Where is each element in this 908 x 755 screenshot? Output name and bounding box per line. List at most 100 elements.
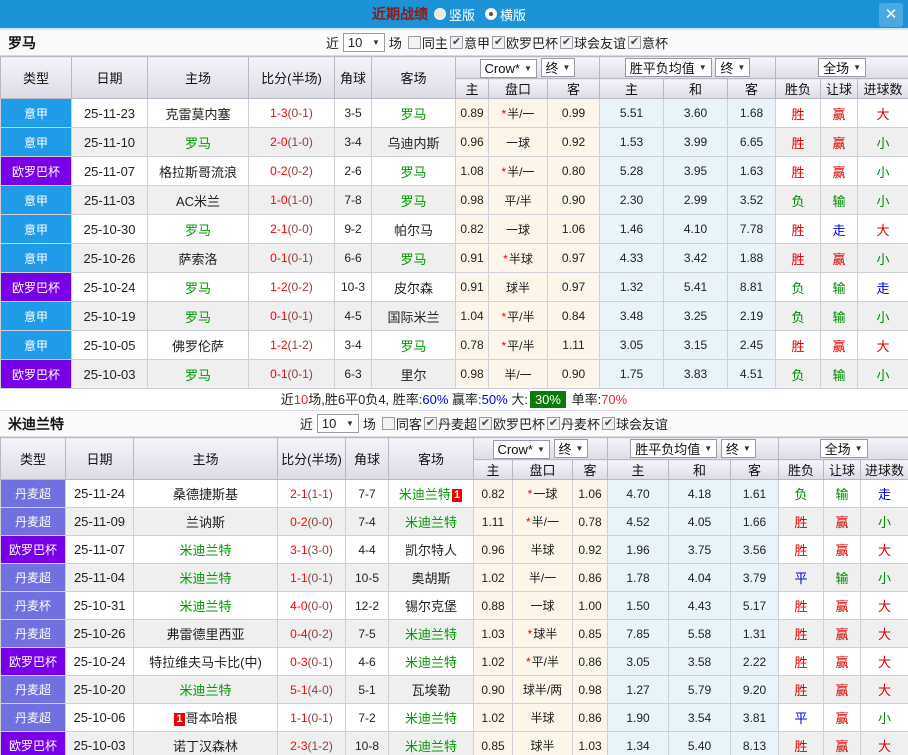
result-cell: 胜 xyxy=(776,99,821,128)
handicap-cell: *半/一 xyxy=(489,99,548,128)
bookmaker-select[interactable]: Crow*▼ xyxy=(480,59,537,78)
corners-cell: 12-2 xyxy=(346,592,389,620)
match-date: 25-10-06 xyxy=(66,704,134,732)
bookmaker-select[interactable]: Crow*▼ xyxy=(493,440,550,459)
avg-home-cell: 3.05 xyxy=(608,648,669,676)
handicap-cell: 一球 xyxy=(489,128,548,157)
away-team-cell: 锡尔克堡 xyxy=(389,592,474,620)
team-label: 米迪兰特 xyxy=(405,627,457,642)
avg-stage-select[interactable]: 终▼ xyxy=(721,439,756,458)
odds-group-header: Crow*▼ 终▼ xyxy=(456,57,600,79)
score-cell: 1-0(1-0) xyxy=(249,186,335,215)
goals-result-cell: 小 xyxy=(858,186,908,215)
odds-away-cell: 0.86 xyxy=(573,648,608,676)
home-team-cell: 罗马 xyxy=(148,360,249,389)
sub-handicap-result: 让球 xyxy=(821,79,858,99)
league-badge: 欧罗巴杯 xyxy=(1,536,66,564)
filter-label: 欧罗巴杯 xyxy=(506,33,558,52)
fulltime-select[interactable]: 全场▼ xyxy=(820,439,868,458)
handicap-result-cell: 输 xyxy=(821,186,858,215)
close-button[interactable]: ✕ xyxy=(879,3,903,27)
games-label: 场 xyxy=(389,33,402,52)
odds-away-cell: 0.80 xyxy=(548,157,600,186)
league-badge: 欧罗巴杯 xyxy=(1,273,72,302)
checkbox-icon[interactable] xyxy=(408,36,421,49)
handicap-result-cell: 赢 xyxy=(821,128,858,157)
sub-handicap: 盘口 xyxy=(513,460,573,480)
checkbox-icon[interactable]: ✔ xyxy=(424,417,437,430)
checkbox-icon[interactable]: ✔ xyxy=(492,36,505,49)
checkbox-icon[interactable]: ✔ xyxy=(602,417,615,430)
league-badge: 意甲 xyxy=(1,302,72,331)
checkbox-icon[interactable]: ✔ xyxy=(547,417,560,430)
away-team-cell: 里尔 xyxy=(372,360,456,389)
odds-away-cell: 1.00 xyxy=(573,592,608,620)
odds-home-cell: 0.91 xyxy=(456,244,489,273)
avg-select[interactable]: 胜平负均值▼ xyxy=(630,439,717,458)
chevron-down-icon: ▼ xyxy=(346,419,354,428)
goals-result-cell: 小 xyxy=(858,360,908,389)
radio-icon[interactable] xyxy=(485,8,497,20)
summary-part: 场,胜6平0负4, xyxy=(308,392,393,407)
goals-result-cell: 小 xyxy=(861,508,908,536)
odds-away-cell: 0.86 xyxy=(573,564,608,592)
odds-home-cell: 1.08 xyxy=(456,157,489,186)
team-label: 弗雷德里西亚 xyxy=(166,627,244,642)
radio-icon[interactable] xyxy=(434,8,446,20)
match-count-select[interactable]: 10▼ xyxy=(317,414,359,433)
avg-home-cell: 1.27 xyxy=(608,676,669,704)
away-team-cell: 米迪兰特1 xyxy=(389,480,474,508)
checkbox-icon[interactable]: ✔ xyxy=(479,417,492,430)
goals-result-cell: 小 xyxy=(858,128,908,157)
goals-result-cell: 小 xyxy=(858,157,908,186)
avg-draw-cell: 3.58 xyxy=(669,648,731,676)
team-label: 罗马 xyxy=(400,252,426,267)
handicap-star: * xyxy=(526,515,531,529)
handicap-result-cell: 赢 xyxy=(824,620,861,648)
match-count-select[interactable]: 10 ▼ xyxy=(343,33,385,52)
goals-result-cell: 大 xyxy=(858,331,908,360)
league-filters: 同客✔丹麦超✔欧罗巴杯✔丹麦杯✔球会友谊 xyxy=(380,414,668,433)
match-row: 丹麦超25-10-20米迪兰特5-1(4-0)5-1瓦埃勒0.90球半/两0.9… xyxy=(1,676,908,704)
avg-stage-value: 终 xyxy=(720,58,733,77)
team-label: 里尔 xyxy=(400,368,426,383)
filter-label: 意杯 xyxy=(642,33,668,52)
goals-result-cell: 大 xyxy=(861,620,908,648)
checkbox-icon[interactable]: ✔ xyxy=(450,36,463,49)
avg-away-cell: 1.63 xyxy=(728,157,776,186)
match-date: 25-11-07 xyxy=(72,157,148,186)
avg-draw-cell: 3.83 xyxy=(664,360,728,389)
odds-away-cell: 0.90 xyxy=(548,186,600,215)
checkbox-icon[interactable]: ✔ xyxy=(560,36,573,49)
avg-home-cell: 1.50 xyxy=(608,592,669,620)
avg-away-cell: 2.19 xyxy=(728,302,776,331)
fulltime-select[interactable]: 全场▼ xyxy=(818,58,866,77)
chevron-down-icon: ▼ xyxy=(372,38,380,47)
result-cell: 胜 xyxy=(776,331,821,360)
corners-cell: 7-5 xyxy=(346,620,389,648)
league-badge: 欧罗巴杯 xyxy=(1,157,72,186)
team-label: 罗马 xyxy=(185,136,211,151)
team-label: 桑德捷斯基 xyxy=(173,487,238,502)
avg-select[interactable]: 胜平负均值▼ xyxy=(625,58,712,77)
team-label: 米迪兰特 xyxy=(405,515,457,530)
team-label: 罗马 xyxy=(400,107,426,122)
team-label: 诺丁汉森林 xyxy=(173,739,238,754)
league-badge: 丹麦超 xyxy=(1,564,66,592)
avg-stage-select[interactable]: 终▼ xyxy=(715,58,750,77)
team-label: 罗马 xyxy=(185,281,211,296)
corners-cell: 7-4 xyxy=(346,508,389,536)
score-cell: 0-1(0-1) xyxy=(249,244,335,273)
chevron-down-icon: ▼ xyxy=(704,444,712,453)
odds-stage-select[interactable]: 终▼ xyxy=(554,439,589,458)
avg-home-cell: 4.70 xyxy=(608,480,669,508)
checkbox-icon[interactable] xyxy=(382,417,395,430)
odds-stage-select[interactable]: 终▼ xyxy=(541,58,576,77)
match-count-value: 10 xyxy=(348,35,362,50)
league-badge: 丹麦超 xyxy=(1,620,66,648)
away-team-cell: 米迪兰特 xyxy=(389,648,474,676)
avg-draw-cell: 5.41 xyxy=(664,273,728,302)
avg-away-cell: 1.88 xyxy=(728,244,776,273)
checkbox-icon[interactable]: ✔ xyxy=(628,36,641,49)
match-row: 意甲25-10-30罗马2-1(0-0)9-2帕尔马0.82一球1.061.46… xyxy=(1,215,908,244)
